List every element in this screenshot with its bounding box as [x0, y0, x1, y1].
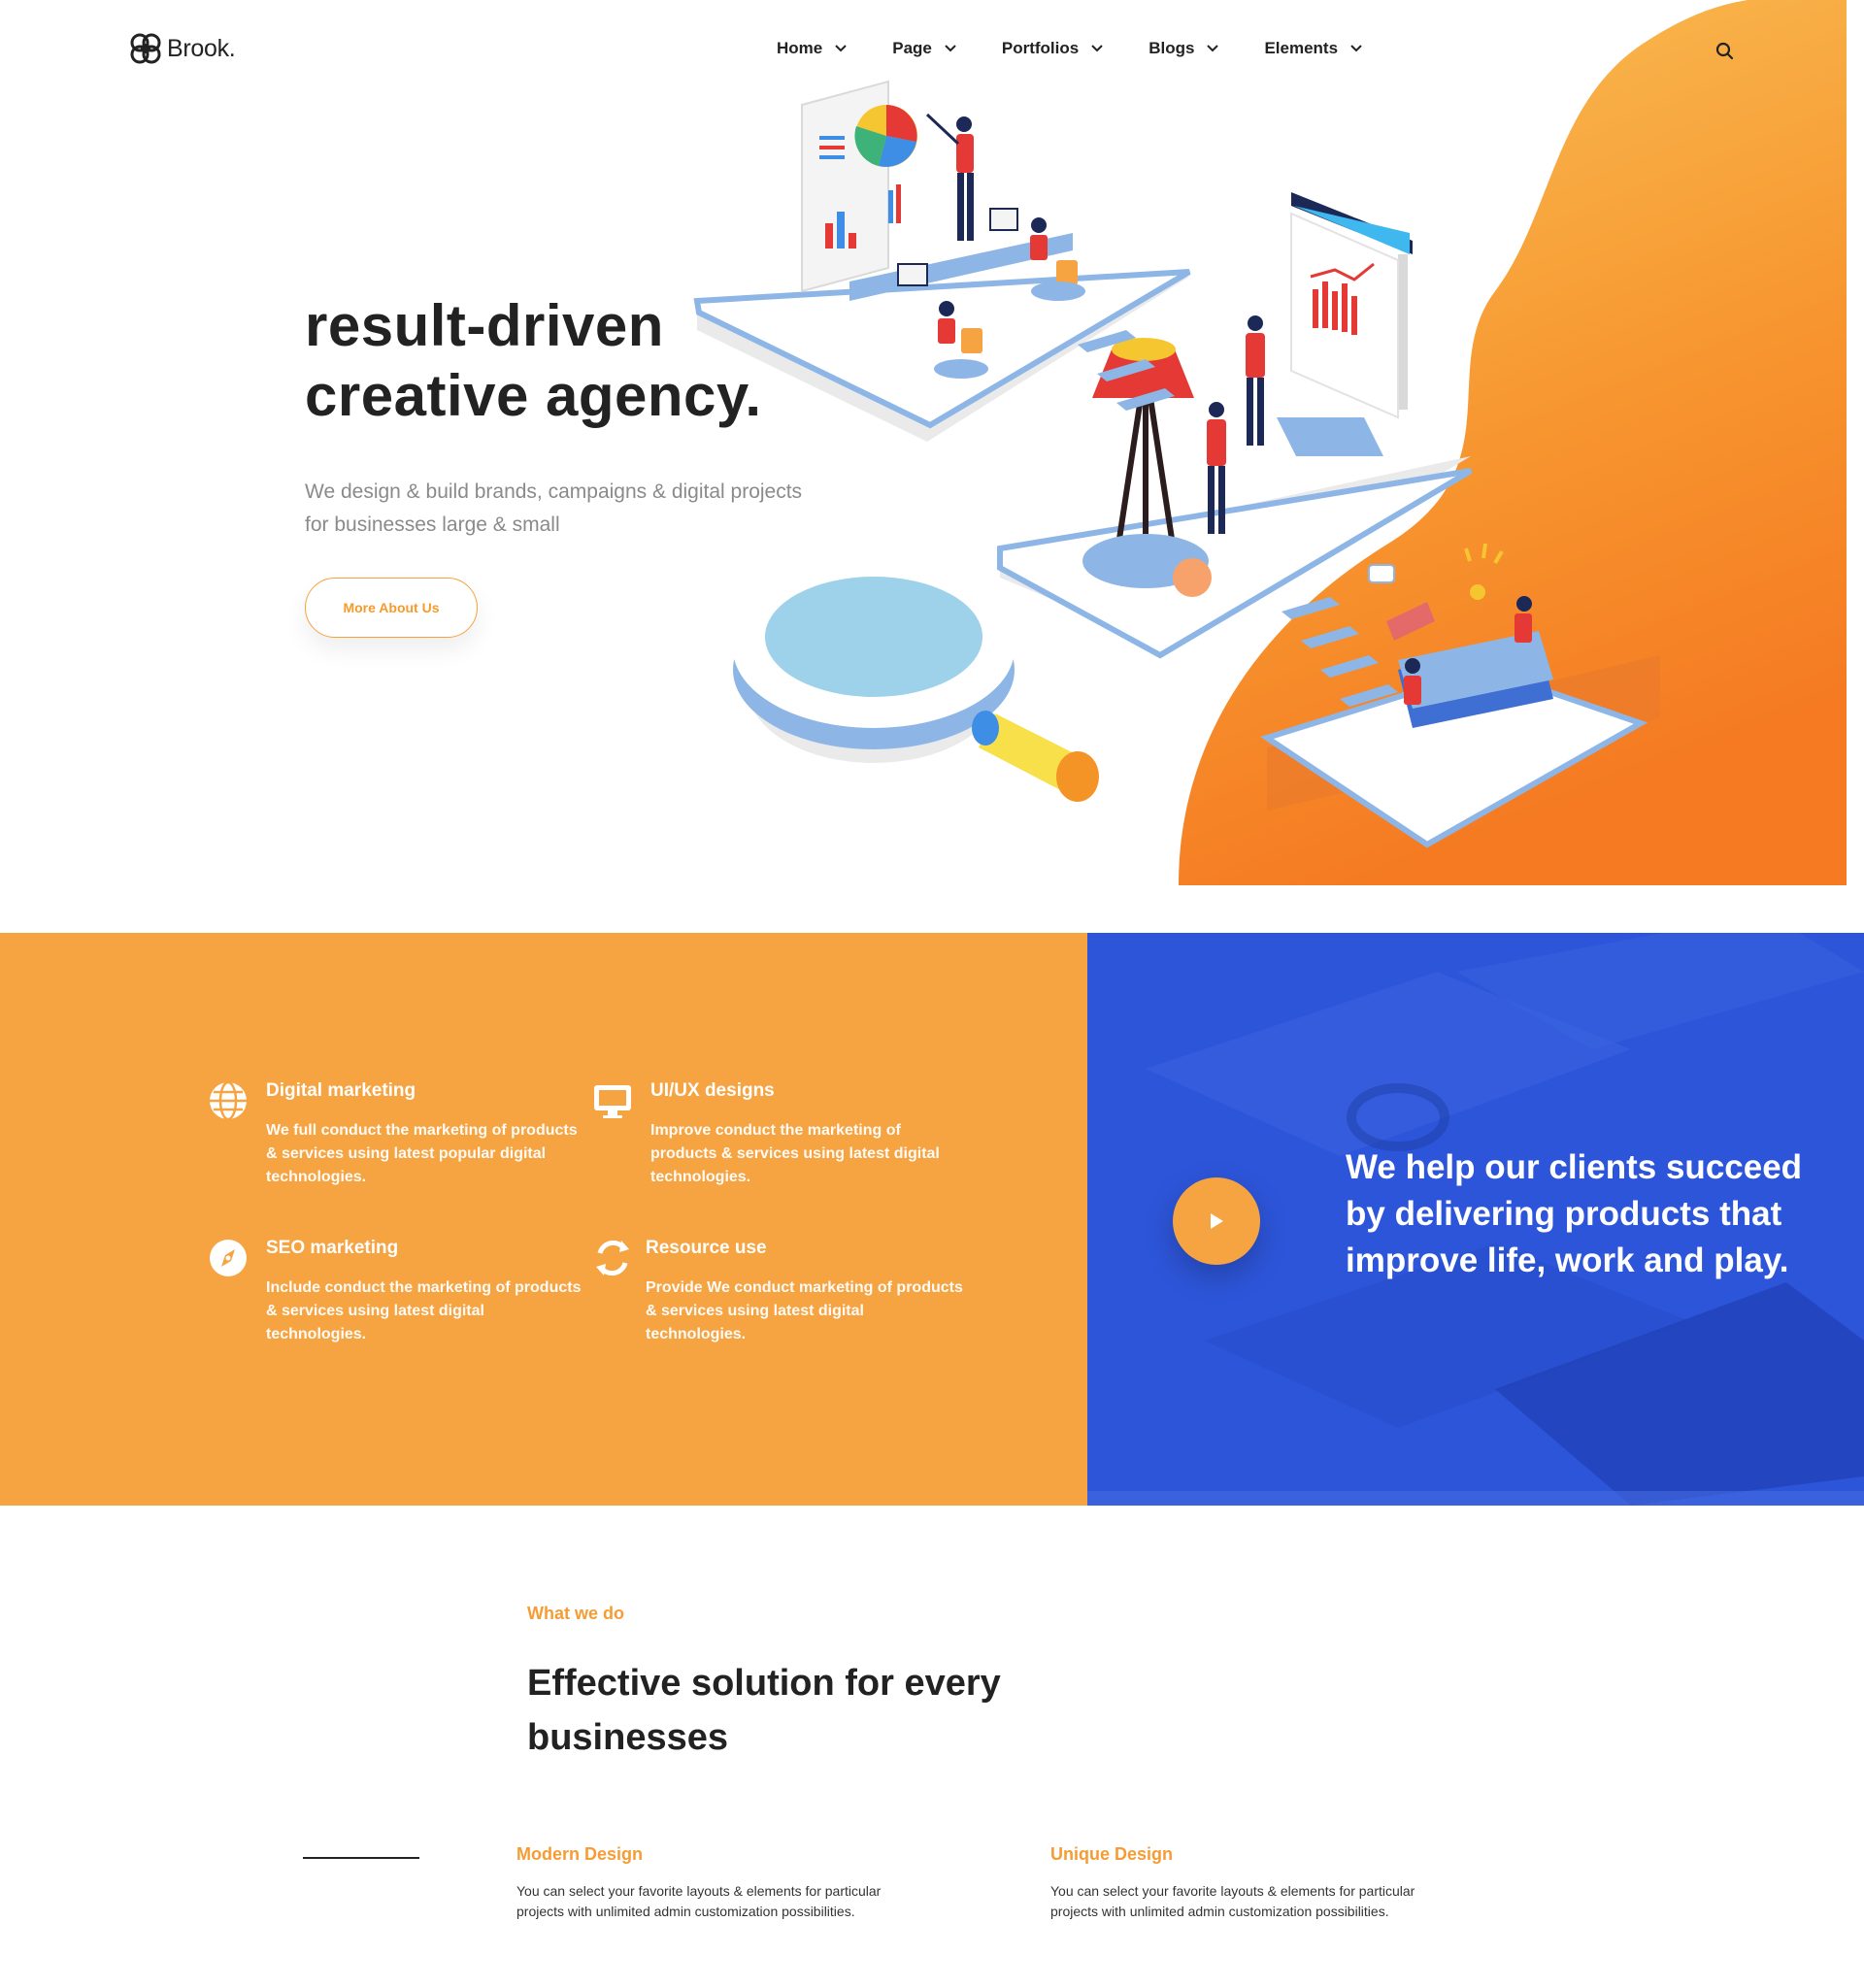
hero-subtitle: We design & build brands, campaigns & di… [305, 480, 803, 536]
brand-name: Brook. [167, 34, 236, 62]
site-header: Brook. Home Page Portfolios Blogs Elemen… [0, 0, 1864, 103]
video-block-text: We help our clients succeed by deliverin… [1346, 1148, 1803, 1279]
nav-item-elements[interactable]: Elements [1264, 39, 1363, 58]
chevron-down-icon [1091, 45, 1103, 52]
feature-desc: We full conduct the marketing of product… [266, 1122, 578, 1185]
feature-desc: Include conduct the marketing of product… [266, 1279, 582, 1342]
logo[interactable]: Brook. [130, 33, 236, 64]
card-title: Unique Design [1050, 1844, 1174, 1864]
chevron-down-icon [1350, 45, 1362, 52]
compass-icon [210, 1240, 247, 1276]
card-desc: You can select your favorite layouts & e… [516, 1883, 882, 1919]
globe-icon [210, 1080, 247, 1121]
play-icon [1211, 1213, 1223, 1229]
card-title: Modern Design [516, 1844, 644, 1864]
hero-section: result-driven creative agency. We design… [0, 0, 1864, 885]
nav-item-label: Elements [1264, 39, 1339, 57]
hero-title-line2: creative agency. [305, 363, 762, 428]
logo-mark-icon [130, 33, 161, 64]
feature-title: Digital marketing [266, 1080, 416, 1101]
main-nav: Home Page Portfolios Blogs Elements [777, 39, 1363, 58]
feature-desc: Provide We conduct marketing of products… [646, 1279, 963, 1342]
search-icon[interactable] [1714, 41, 1736, 62]
features-panel: Digital marketing We full conduct the ma… [0, 933, 1087, 1506]
hero-title: result-driven creative agency. [305, 291, 762, 431]
feature-desc: Improve conduct the marketing of product… [650, 1122, 940, 1185]
hero-title-line1: result-driven [305, 293, 664, 358]
nav-item-label: Portfolios [1001, 39, 1080, 57]
video-panel: We help our clients succeed by deliverin… [1087, 933, 1864, 1506]
card-unique-design: Unique Design You can select your favori… [1050, 1844, 1458, 1922]
card-desc: You can select your favorite layouts & e… [1050, 1883, 1415, 1919]
chevron-down-icon [1207, 45, 1219, 52]
nav-item-home[interactable]: Home [777, 39, 848, 58]
hero-illustration [693, 0, 1847, 885]
section-divider [303, 1857, 419, 1859]
nav-item-label: Page [892, 39, 932, 57]
recycle-icon [596, 1240, 629, 1276]
section-title: Effective solution for every businesses [527, 1663, 1001, 1758]
nav-item-label: Home [777, 39, 823, 57]
card-modern-design: Modern Design You can select your favori… [516, 1844, 924, 1922]
nav-item-portfolios[interactable]: Portfolios [1002, 39, 1104, 58]
feature-title: SEO marketing [266, 1238, 399, 1258]
monitor-icon [594, 1085, 631, 1118]
nav-item-label: Blogs [1148, 39, 1195, 57]
features-band: Digital marketing We full conduct the ma… [0, 933, 1864, 1506]
more-about-us-button[interactable]: More About Us [305, 578, 478, 638]
nav-item-page[interactable]: Page [892, 39, 957, 58]
chevron-down-icon [945, 45, 956, 52]
feature-title: UI/UX designs [650, 1080, 775, 1101]
nav-item-blogs[interactable]: Blogs [1148, 39, 1219, 58]
chevron-down-icon [835, 45, 847, 52]
feature-title: Resource use [646, 1238, 767, 1258]
play-video-button[interactable] [1173, 1177, 1260, 1265]
section-eyebrow: What we do [527, 1604, 624, 1623]
